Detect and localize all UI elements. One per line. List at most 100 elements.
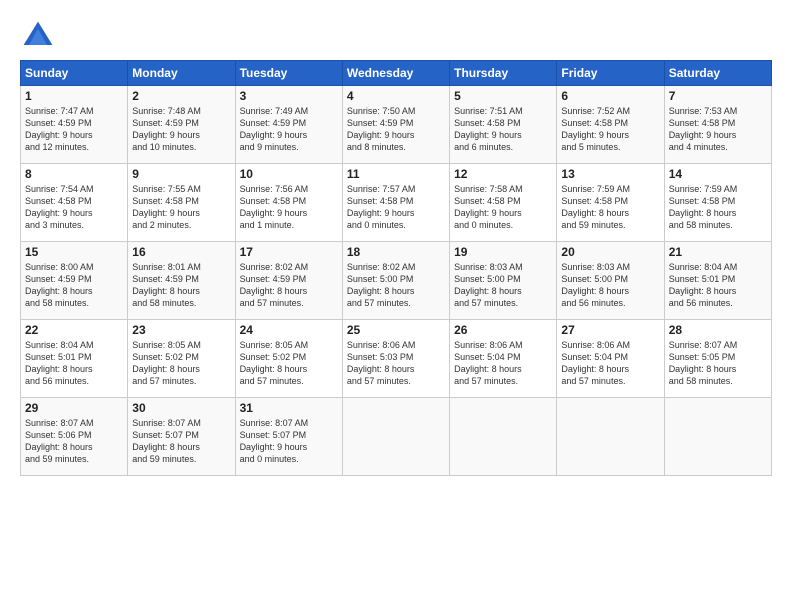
day-cell: 25Sunrise: 8:06 AM Sunset: 5:03 PM Dayli… — [342, 320, 449, 398]
day-info: Sunrise: 7:51 AM Sunset: 4:58 PM Dayligh… — [454, 105, 552, 154]
day-info: Sunrise: 7:47 AM Sunset: 4:59 PM Dayligh… — [25, 105, 123, 154]
day-info: Sunrise: 8:03 AM Sunset: 5:00 PM Dayligh… — [561, 261, 659, 310]
day-number: 13 — [561, 167, 659, 181]
day-info: Sunrise: 7:58 AM Sunset: 4:58 PM Dayligh… — [454, 183, 552, 232]
header-cell-wednesday: Wednesday — [342, 61, 449, 86]
week-row-4: 22 Sunrise: 8:04 AM Sunset: 5:01 PM Dayli… — [21, 320, 772, 398]
day-number: 9 — [132, 167, 230, 181]
day-info: Sunrise: 8:03 AM Sunset: 5:00 PM Dayligh… — [454, 261, 552, 310]
day-cell: 16 Sunrise: 8:01 AM Sunset: 4:59 PM Dayli… — [128, 242, 235, 320]
day-cell: 23 Sunrise: 8:05 AM Sunset: 5:02 PM Dayli… — [128, 320, 235, 398]
day-cell: 4Sunrise: 7:50 AM Sunset: 4:59 PM Daylig… — [342, 86, 449, 164]
day-number: 21 — [669, 245, 767, 259]
day-number: 11 — [347, 167, 445, 181]
day-cell: 30Sunrise: 8:07 AM Sunset: 5:07 PM Dayli… — [128, 398, 235, 476]
day-number: 16 — [132, 245, 230, 259]
day-number: 23 — [132, 323, 230, 337]
day-number: 22 — [25, 323, 123, 337]
day-number: 7 — [669, 89, 767, 103]
day-info: Sunrise: 7:49 AM Sunset: 4:59 PM Dayligh… — [240, 105, 338, 154]
day-info: Sunrise: 8:06 AM Sunset: 5:04 PM Dayligh… — [561, 339, 659, 388]
day-number: 15 — [25, 245, 123, 259]
day-cell: 13 Sunrise: 7:59 AM Sunset: 4:58 PM Dayli… — [557, 164, 664, 242]
day-info: Sunrise: 8:05 AM Sunset: 5:02 PM Dayligh… — [240, 339, 338, 388]
logo-icon — [20, 18, 56, 54]
day-cell: 1Sunrise: 7:47 AM Sunset: 4:59 PM Daylig… — [21, 86, 128, 164]
week-row-5: 29Sunrise: 8:07 AM Sunset: 5:06 PM Dayli… — [21, 398, 772, 476]
day-info: Sunrise: 7:55 AM Sunset: 4:58 PM Dayligh… — [132, 183, 230, 232]
day-number: 18 — [347, 245, 445, 259]
day-cell: 7Sunrise: 7:53 AM Sunset: 4:58 PM Daylig… — [664, 86, 771, 164]
day-number: 24 — [240, 323, 338, 337]
header-cell-saturday: Saturday — [664, 61, 771, 86]
header-cell-tuesday: Tuesday — [235, 61, 342, 86]
day-cell: 24 Sunrise: 8:05 AM Sunset: 5:02 PM Dayli… — [235, 320, 342, 398]
day-cell: 8 Sunrise: 7:54 AM Sunset: 4:58 PM Daylig… — [21, 164, 128, 242]
day-number: 20 — [561, 245, 659, 259]
page: SundayMondayTuesdayWednesdayThursdayFrid… — [0, 0, 792, 612]
day-cell: 18 Sunrise: 8:02 AM Sunset: 5:00 PM Dayli… — [342, 242, 449, 320]
day-info: Sunrise: 8:06 AM Sunset: 5:04 PM Dayligh… — [454, 339, 552, 388]
week-row-3: 15 Sunrise: 8:00 AM Sunset: 4:59 PM Dayli… — [21, 242, 772, 320]
day-info: Sunrise: 7:52 AM Sunset: 4:58 PM Dayligh… — [561, 105, 659, 154]
day-cell: 11 Sunrise: 7:57 AM Sunset: 4:58 PM Dayli… — [342, 164, 449, 242]
day-number: 5 — [454, 89, 552, 103]
header-cell-thursday: Thursday — [450, 61, 557, 86]
day-info: Sunrise: 8:02 AM Sunset: 4:59 PM Dayligh… — [240, 261, 338, 310]
logo — [20, 18, 60, 54]
day-info: Sunrise: 8:07 AM Sunset: 5:05 PM Dayligh… — [669, 339, 767, 388]
day-cell: 9 Sunrise: 7:55 AM Sunset: 4:58 PM Daylig… — [128, 164, 235, 242]
day-cell: 19 Sunrise: 8:03 AM Sunset: 5:00 PM Dayli… — [450, 242, 557, 320]
day-cell: 31 Sunrise: 8:07 AM Sunset: 5:07 PM Dayli… — [235, 398, 342, 476]
day-cell — [557, 398, 664, 476]
header — [20, 18, 772, 54]
day-info: Sunrise: 7:59 AM Sunset: 4:58 PM Dayligh… — [561, 183, 659, 232]
day-number: 28 — [669, 323, 767, 337]
day-cell: 14Sunrise: 7:59 AM Sunset: 4:58 PM Dayli… — [664, 164, 771, 242]
calendar-table: SundayMondayTuesdayWednesdayThursdayFrid… — [20, 60, 772, 476]
day-info: Sunrise: 7:48 AM Sunset: 4:59 PM Dayligh… — [132, 105, 230, 154]
header-cell-monday: Monday — [128, 61, 235, 86]
day-cell: 10Sunrise: 7:56 AM Sunset: 4:58 PM Dayli… — [235, 164, 342, 242]
day-cell — [342, 398, 449, 476]
day-info: Sunrise: 7:54 AM Sunset: 4:58 PM Dayligh… — [25, 183, 123, 232]
day-info: Sunrise: 8:07 AM Sunset: 5:07 PM Dayligh… — [240, 417, 338, 466]
day-number: 2 — [132, 89, 230, 103]
day-cell: 5 Sunrise: 7:51 AM Sunset: 4:58 PM Daylig… — [450, 86, 557, 164]
day-cell: 15 Sunrise: 8:00 AM Sunset: 4:59 PM Dayli… — [21, 242, 128, 320]
day-cell: 20 Sunrise: 8:03 AM Sunset: 5:00 PM Dayli… — [557, 242, 664, 320]
day-info: Sunrise: 8:02 AM Sunset: 5:00 PM Dayligh… — [347, 261, 445, 310]
day-cell: 27 Sunrise: 8:06 AM Sunset: 5:04 PM Dayli… — [557, 320, 664, 398]
day-cell: 12Sunrise: 7:58 AM Sunset: 4:58 PM Dayli… — [450, 164, 557, 242]
day-number: 19 — [454, 245, 552, 259]
day-number: 17 — [240, 245, 338, 259]
calendar-body: 1Sunrise: 7:47 AM Sunset: 4:59 PM Daylig… — [21, 86, 772, 476]
day-info: Sunrise: 8:04 AM Sunset: 5:01 PM Dayligh… — [25, 339, 123, 388]
header-cell-friday: Friday — [557, 61, 664, 86]
header-cell-sunday: Sunday — [21, 61, 128, 86]
day-number: 3 — [240, 89, 338, 103]
header-row: SundayMondayTuesdayWednesdayThursdayFrid… — [21, 61, 772, 86]
day-cell — [450, 398, 557, 476]
day-number: 14 — [669, 167, 767, 181]
day-number: 26 — [454, 323, 552, 337]
day-number: 31 — [240, 401, 338, 415]
day-cell: 17 Sunrise: 8:02 AM Sunset: 4:59 PM Dayli… — [235, 242, 342, 320]
day-number: 8 — [25, 167, 123, 181]
day-number: 25 — [347, 323, 445, 337]
week-row-2: 8 Sunrise: 7:54 AM Sunset: 4:58 PM Daylig… — [21, 164, 772, 242]
day-cell: 21 Sunrise: 8:04 AM Sunset: 5:01 PM Dayli… — [664, 242, 771, 320]
day-cell: 29Sunrise: 8:07 AM Sunset: 5:06 PM Dayli… — [21, 398, 128, 476]
day-number: 27 — [561, 323, 659, 337]
week-row-1: 1Sunrise: 7:47 AM Sunset: 4:59 PM Daylig… — [21, 86, 772, 164]
day-info: Sunrise: 8:07 AM Sunset: 5:07 PM Dayligh… — [132, 417, 230, 466]
calendar-header: SundayMondayTuesdayWednesdayThursdayFrid… — [21, 61, 772, 86]
day-cell: 26 Sunrise: 8:06 AM Sunset: 5:04 PM Dayli… — [450, 320, 557, 398]
day-number: 29 — [25, 401, 123, 415]
day-info: Sunrise: 8:00 AM Sunset: 4:59 PM Dayligh… — [25, 261, 123, 310]
day-info: Sunrise: 8:04 AM Sunset: 5:01 PM Dayligh… — [669, 261, 767, 310]
day-info: Sunrise: 8:01 AM Sunset: 4:59 PM Dayligh… — [132, 261, 230, 310]
day-info: Sunrise: 7:57 AM Sunset: 4:58 PM Dayligh… — [347, 183, 445, 232]
day-info: Sunrise: 8:05 AM Sunset: 5:02 PM Dayligh… — [132, 339, 230, 388]
day-info: Sunrise: 7:50 AM Sunset: 4:59 PM Dayligh… — [347, 105, 445, 154]
